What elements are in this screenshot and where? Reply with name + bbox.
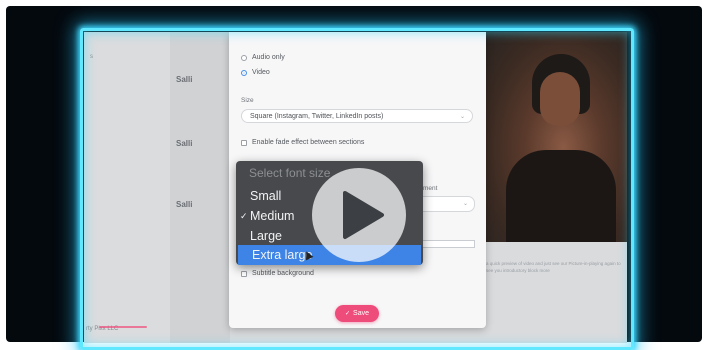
- neon-border: [80, 28, 634, 350]
- video-thumbnail: s Salli Salli Salli rty Pixx LLC a quick…: [0, 0, 708, 350]
